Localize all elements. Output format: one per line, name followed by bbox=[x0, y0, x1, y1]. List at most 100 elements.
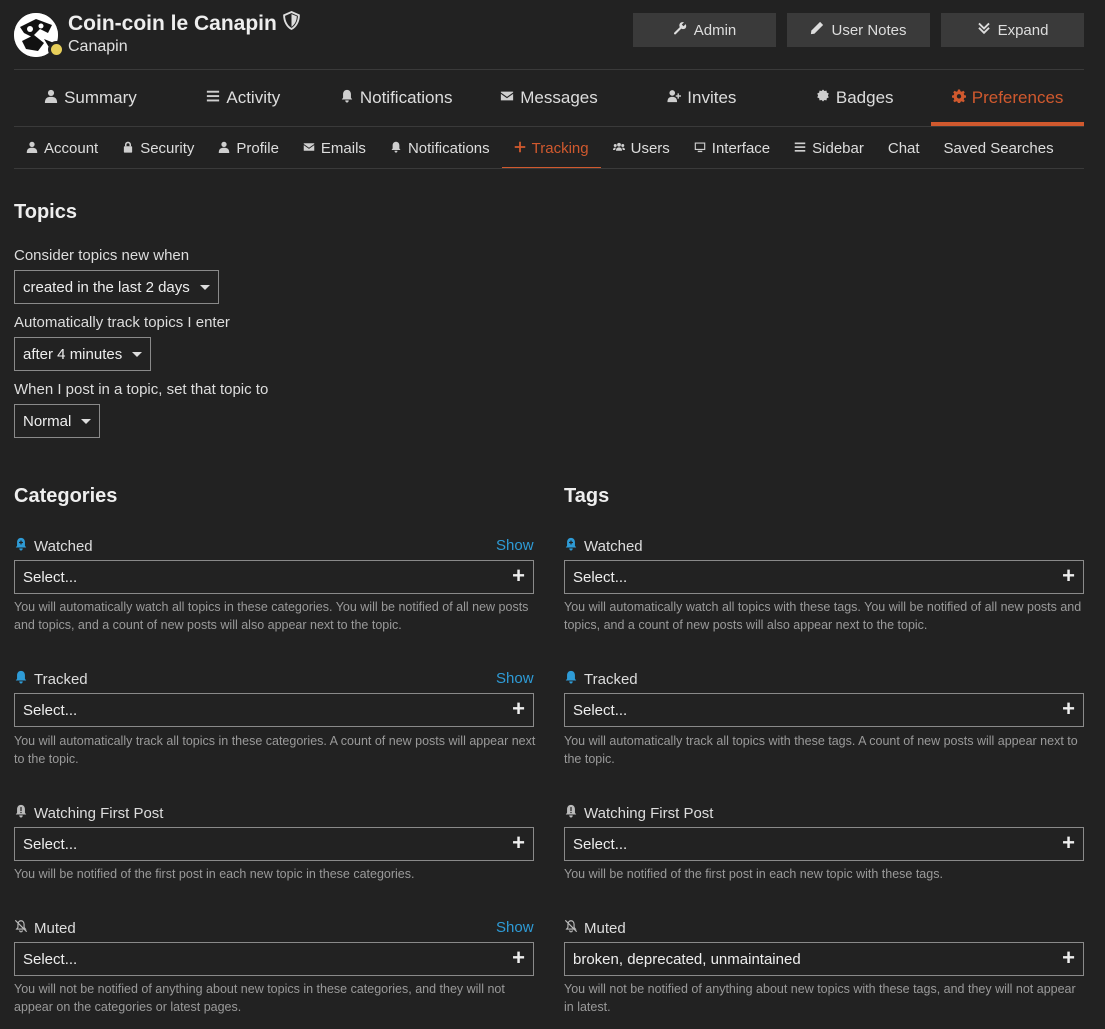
subtab-profile-label: Profile bbox=[236, 140, 279, 157]
sub-nav: Account Security Profile Emails Notifica… bbox=[14, 129, 1066, 169]
subtab-chat-label: Chat bbox=[887, 140, 920, 157]
plus-icon: + bbox=[512, 563, 525, 588]
wrench-icon bbox=[673, 21, 687, 39]
tags-muted-selector[interactable]: broken, deprecated, unmaintained + bbox=[564, 942, 1084, 976]
tab-activity[interactable]: Activity bbox=[167, 70, 320, 126]
shield-icon bbox=[283, 11, 300, 36]
plus-icon: + bbox=[512, 830, 525, 855]
tab-badges-label: Badges bbox=[835, 88, 894, 107]
plus-icon: + bbox=[1062, 830, 1075, 855]
expand-button-label: Expand bbox=[997, 21, 1049, 39]
subtab-sidebar[interactable]: Sidebar bbox=[782, 129, 876, 168]
gear-icon bbox=[951, 88, 966, 108]
tags-tracked-selector[interactable]: Select... + bbox=[564, 693, 1084, 727]
users-icon bbox=[612, 140, 625, 157]
subtab-tracking[interactable]: Tracking bbox=[501, 129, 601, 169]
categories-muted-description: You will not be notified of anything abo… bbox=[14, 982, 505, 1014]
categories-muted-label: Muted bbox=[14, 919, 76, 937]
envelope-icon bbox=[303, 140, 315, 157]
subtab-security[interactable]: Security bbox=[110, 129, 206, 168]
bell-icon bbox=[14, 670, 28, 688]
tags-watched-selector[interactable]: Select... + bbox=[564, 560, 1084, 594]
categories-tracked-label: Tracked bbox=[14, 670, 88, 688]
subtab-notifications[interactable]: Notifications bbox=[378, 129, 502, 168]
subtab-security-label: Security bbox=[140, 140, 195, 157]
tab-messages[interactable]: Messages bbox=[473, 70, 626, 126]
admin-button-label: Admin bbox=[693, 21, 737, 39]
categories-first-post-selector[interactable]: Select... + bbox=[14, 827, 534, 861]
tab-preferences-label: Preferences bbox=[971, 88, 1064, 107]
plus-icon: + bbox=[1062, 696, 1075, 721]
angles-down-icon bbox=[977, 21, 991, 39]
categories-watched-show-link[interactable]: Show bbox=[496, 537, 534, 554]
user-plus-icon bbox=[667, 88, 682, 108]
envelope-icon bbox=[500, 88, 514, 108]
tags-watched-description: You will automatically watch all topics … bbox=[564, 600, 1082, 632]
tags-first-post-selector[interactable]: Select... + bbox=[564, 827, 1084, 861]
subtab-interface[interactable]: Interface bbox=[682, 129, 782, 168]
status-indicator bbox=[48, 41, 65, 58]
tags-muted-value: broken, deprecated, unmaintained bbox=[573, 950, 801, 968]
subtab-account-label: Account bbox=[44, 140, 99, 157]
divider bbox=[14, 168, 1084, 169]
subtab-users[interactable]: Users bbox=[601, 129, 682, 168]
auto-track-label: Automatically track topics I enter bbox=[14, 314, 230, 331]
subtab-profile[interactable]: Profile bbox=[206, 129, 291, 168]
caret-down-icon bbox=[132, 351, 143, 357]
new-topics-dropdown[interactable]: created in the last 2 days bbox=[14, 270, 219, 304]
subtab-interface-label: Interface bbox=[711, 140, 771, 157]
categories-tracked-selector[interactable]: Select... + bbox=[14, 693, 534, 727]
categories-muted-show-link[interactable]: Show bbox=[496, 919, 534, 936]
categories-heading: Categories bbox=[14, 485, 118, 507]
divider bbox=[14, 126, 1084, 127]
user-name: Coin-coin le Canapin bbox=[68, 11, 277, 35]
user-icon bbox=[44, 88, 58, 108]
post-level-value: Normal bbox=[23, 412, 72, 430]
tags-tracked-description: You will automatically track all topics … bbox=[564, 734, 1078, 766]
subtab-emails[interactable]: Emails bbox=[291, 129, 378, 168]
categories-muted-selector[interactable]: Select... + bbox=[14, 942, 534, 976]
categories-watched-label: Watched bbox=[14, 537, 93, 555]
categories-first-post-label: Watching First Post bbox=[14, 804, 163, 822]
tab-preferences[interactable]: Preferences bbox=[931, 70, 1084, 126]
tab-summary[interactable]: Summary bbox=[14, 70, 167, 126]
bell-exclamation-icon bbox=[14, 804, 28, 822]
bell-exclamation-icon bbox=[564, 804, 578, 822]
bars-icon bbox=[206, 88, 220, 108]
subtab-tracking-label: Tracking bbox=[531, 140, 589, 157]
post-level-dropdown[interactable]: Normal bbox=[14, 404, 101, 438]
categories-tracked-description: You will automatically track all topics … bbox=[14, 734, 536, 766]
tags-muted-label: Muted bbox=[564, 919, 626, 937]
categories-tracked-show-link[interactable]: Show bbox=[496, 670, 534, 687]
tab-activity-label: Activity bbox=[226, 88, 281, 107]
tags-watched-label: Watched bbox=[564, 537, 643, 555]
subtab-account[interactable]: Account bbox=[14, 129, 110, 168]
tags-first-post-description: You will be notified of the first post i… bbox=[564, 867, 943, 881]
subtab-chat[interactable]: Chat bbox=[876, 129, 932, 168]
subtab-saved-searches-label: Saved Searches bbox=[943, 140, 1054, 157]
auto-track-dropdown[interactable]: after 4 minutes bbox=[14, 337, 152, 371]
plus-icon: + bbox=[1062, 563, 1075, 588]
categories-watched-selector[interactable]: Select... + bbox=[14, 560, 534, 594]
bell-icon bbox=[14, 537, 28, 555]
admin-button[interactable]: Admin bbox=[633, 13, 776, 47]
tab-invites[interactable]: Invites bbox=[625, 70, 778, 126]
tab-badges[interactable]: Badges bbox=[778, 70, 931, 126]
lock-icon bbox=[122, 140, 134, 157]
bell-icon bbox=[390, 140, 402, 157]
tags-heading: Tags bbox=[564, 485, 610, 507]
tags-muted-description: You will not be notified of anything abo… bbox=[564, 982, 1076, 1014]
plus-icon bbox=[514, 140, 526, 157]
user-icon bbox=[26, 140, 38, 157]
subtab-sidebar-label: Sidebar bbox=[812, 140, 864, 157]
tab-notifications[interactable]: Notifications bbox=[320, 70, 473, 126]
pencil-icon bbox=[810, 21, 824, 39]
bell-slash-icon bbox=[564, 919, 578, 937]
expand-button[interactable]: Expand bbox=[941, 13, 1084, 47]
user-notes-button[interactable]: User Notes bbox=[787, 13, 930, 47]
new-topics-label: Consider topics new when bbox=[14, 247, 190, 264]
user-handle: Canapin bbox=[68, 38, 128, 55]
subtab-saved-searches[interactable]: Saved Searches bbox=[932, 129, 1066, 168]
subtab-notifications-label: Notifications bbox=[407, 140, 490, 157]
post-level-label: When I post in a topic, set that topic t… bbox=[14, 381, 269, 398]
